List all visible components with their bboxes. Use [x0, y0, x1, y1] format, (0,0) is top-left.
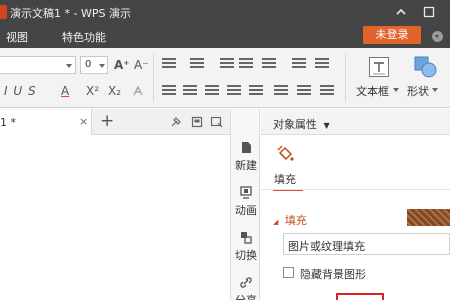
column-icon[interactable] [292, 58, 306, 70]
align-left-icon[interactable] [162, 85, 176, 97]
window-icon[interactable] [191, 116, 203, 128]
divider [261, 189, 450, 190]
menu-bar: 视图 特色功能 未登录 [0, 24, 450, 48]
grow-font-icon[interactable]: A⁺ [114, 58, 130, 72]
text-box-button[interactable]: 文本框 [356, 83, 389, 99]
font-color-icon[interactable]: A [61, 84, 69, 98]
decrease-indent-icon[interactable] [220, 58, 234, 70]
font-style-icons[interactable]: I U S [4, 84, 37, 98]
share-link-icon [240, 277, 252, 288]
document-tab-bar: 1 * × + [0, 109, 230, 135]
tab-fill-label: 填充 [274, 173, 296, 186]
align-center-icon[interactable] [183, 85, 197, 97]
clear-format-icon[interactable] [131, 84, 145, 98]
bullet-list-icon[interactable] [162, 58, 176, 70]
fill-type-value: 图片或纹理填充 [288, 240, 365, 253]
task-animation[interactable]: 动画 [231, 186, 261, 218]
minimize-button[interactable] [392, 3, 410, 21]
paragraph-settings-icon[interactable] [320, 85, 334, 97]
task-transition-label: 切换 [235, 249, 257, 262]
smart-art-icon[interactable] [297, 85, 311, 97]
menu-special-features[interactable]: 特色功能 [62, 29, 106, 45]
login-button[interactable]: 未登录 [363, 26, 421, 44]
pane-title-text: 对象属性 [273, 118, 317, 131]
task-new-slide-label: 新建 [235, 159, 257, 172]
text-direction-icon[interactable] [262, 58, 276, 70]
fill-section-header[interactable]: ◢ 填充 [273, 212, 307, 228]
paint-bucket-icon [277, 145, 294, 161]
collapse-triangle-icon: ◢ [273, 218, 279, 226]
tab-fill[interactable]: 填充 [273, 144, 303, 191]
task-transition[interactable]: 切换 [231, 231, 261, 263]
hide-background-checkbox[interactable] [283, 267, 294, 278]
task-animation-label: 动画 [235, 204, 257, 217]
document-tab[interactable]: 1 * × [0, 109, 92, 135]
ribbon-toolbar: 0 A⁺ A⁻ I U S A X² X₂ 文本框 形状 [0, 48, 450, 108]
numbered-list-icon[interactable] [190, 58, 204, 70]
chevron-down-icon [432, 88, 438, 92]
shapes-icon[interactable] [412, 54, 438, 80]
superscript-icon[interactable]: X² [86, 84, 99, 98]
new-slide-icon [242, 142, 251, 153]
chevron-down-icon [66, 64, 72, 68]
add-tab-icon[interactable]: + [100, 111, 114, 131]
maximize-button[interactable] [420, 3, 438, 21]
align-right-icon[interactable] [205, 85, 219, 97]
subscript-icon[interactable]: X₂ [108, 84, 121, 98]
menu-view[interactable]: 视图 [6, 29, 28, 45]
fill-section-label: 填充 [284, 214, 307, 227]
square-icon [423, 6, 435, 18]
dropdown-circle-icon[interactable] [432, 31, 443, 42]
text-box-icon[interactable] [368, 56, 390, 78]
ribbon-separator [345, 54, 346, 102]
task-new-slide[interactable]: 新建 [231, 141, 261, 173]
chevron-down-icon [99, 64, 105, 68]
animation-icon [240, 186, 252, 199]
window-title: 演示文稿1 * - WPS 演示 [10, 7, 131, 20]
fill-type-select[interactable]: 图片或纹理填充 [283, 233, 450, 255]
task-share[interactable]: 分享 [231, 276, 261, 300]
pane-toggle-icon[interactable] [210, 116, 224, 128]
distribute-icon[interactable] [249, 85, 263, 97]
object-properties-pane: 对象属性 ▼ 填充 ◢ 填充 图片或纹理填充 隐藏背景图形 [261, 109, 450, 300]
chevron-up-icon [396, 8, 406, 15]
close-tab-icon[interactable]: × [79, 115, 88, 128]
vertical-align-icon[interactable] [274, 85, 288, 97]
shrink-font-icon[interactable]: A⁻ [134, 58, 149, 72]
caret-down-icon: ▼ [323, 121, 330, 130]
title-bar: 演示文稿1 * - WPS 演示 [0, 0, 450, 24]
font-size-value: 0 [85, 59, 92, 70]
task-pane-bar: 新建 动画 切换 分享 [230, 109, 260, 300]
transition-icon [241, 232, 252, 244]
pane-title[interactable]: 对象属性 ▼ [273, 116, 330, 132]
font-name-input[interactable] [0, 56, 76, 74]
hide-background-label: 隐藏背景图形 [300, 268, 366, 281]
document-tab-label: 1 * [0, 116, 16, 129]
ribbon-separator [153, 54, 154, 102]
line-spacing-icon[interactable] [315, 58, 329, 70]
pane-header: 对象属性 ▼ [261, 109, 450, 135]
chevron-down-icon [393, 88, 399, 92]
font-size-input[interactable]: 0 [80, 56, 108, 74]
highlight-box [336, 293, 384, 300]
increase-indent-icon[interactable] [239, 58, 253, 70]
slide-canvas[interactable] [0, 135, 230, 300]
settings-tool-icon[interactable] [170, 116, 182, 128]
texture-preview[interactable] [407, 209, 450, 226]
justify-icon[interactable] [227, 85, 241, 97]
task-share-label: 分享 [231, 292, 261, 300]
shapes-button[interactable]: 形状 [407, 83, 429, 99]
wps-logo-icon [0, 5, 7, 19]
